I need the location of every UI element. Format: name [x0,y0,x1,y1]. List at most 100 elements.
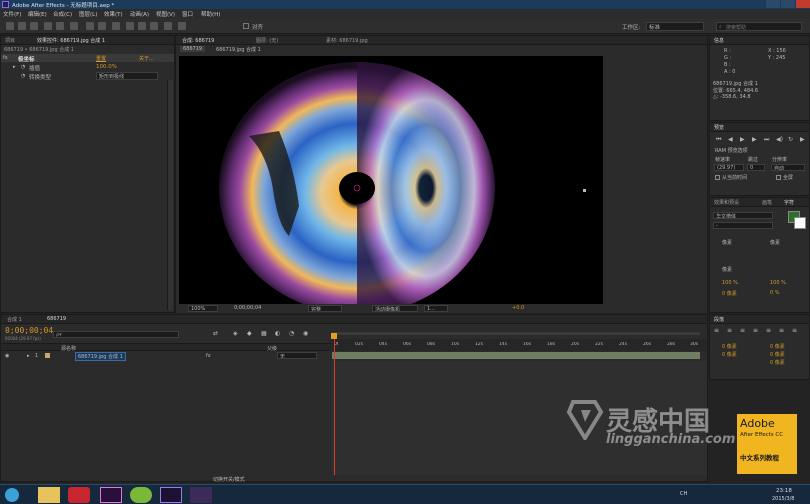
layer-duration-bar[interactable] [332,352,700,359]
stopwatch-icon[interactable]: ◔ [21,64,25,70]
fullscreen-checkbox[interactable] [776,175,781,180]
toggle-switches-modes[interactable]: 切换开关/模式 [213,476,245,483]
menu-view[interactable]: 视图(V) [156,10,175,18]
space-after-value[interactable]: 0 像素 [770,359,785,366]
search-help-field[interactable]: ⌕ 搜索帮助 [716,22,802,31]
resolution-select[interactable]: 完整 [308,305,342,312]
time-navigator[interactable] [332,330,707,338]
menu-file[interactable]: 文件(F) [3,10,21,18]
playhead[interactable] [334,337,335,475]
tab-footage[interactable]: 素材: 686719.jpg [326,37,368,44]
brainstorm-icon[interactable]: ◉ [303,330,308,337]
indent-left-value[interactable]: 0 像素 [722,343,737,350]
layer-row[interactable]: ◉ ▸ 1 686719.jpg 合成 1 fx 无 [1,352,331,361]
tsume-value[interactable]: 0 % [770,290,780,296]
menu-animation[interactable]: 动画(A) [130,10,149,18]
pen-tool-icon[interactable] [98,22,106,30]
app-taskbar-icon[interactable] [190,487,212,503]
start-button-icon[interactable] [5,488,19,502]
tab-brush[interactable]: 画笔 [762,199,772,206]
layer-name[interactable]: 686719.jpg 合成 1 [75,352,126,361]
eraser-tool-icon[interactable] [150,22,158,30]
baseline-shift-value[interactable]: 0 像素 [722,290,737,297]
subtab-comp-1[interactable]: 686719.jpg 合成 1 [216,46,261,53]
hand-tool-icon[interactable] [18,22,26,30]
browser-taskbar-icon[interactable] [130,487,152,503]
vertical-scale-value[interactable]: 100 % [722,280,738,286]
expand-arrow-icon[interactable]: ▸ [13,64,16,70]
first-frame-icon[interactable]: ⏮ [716,136,721,144]
tab-effects-presets[interactable]: 效果和预设 [714,199,739,206]
type-tool-icon[interactable] [112,22,120,30]
workspace-select[interactable]: 标准 [646,22,704,31]
menu-effect[interactable]: 效果(T) [104,10,123,18]
puppet-tool-icon[interactable] [178,22,186,30]
comp-mini-flowchart-icon[interactable]: ⇄ [213,330,218,337]
resolution-select[interactable]: 自动 [771,164,805,171]
parent-select[interactable]: 无 [277,352,317,359]
align-right-icon[interactable]: ≡ [740,327,745,334]
composition-canvas[interactable] [179,56,603,304]
draft-3d-icon[interactable]: ◈ [233,330,238,337]
frame-blend-icon[interactable]: ▦ [261,330,267,337]
zoom-select[interactable]: 100% [188,305,218,312]
menu-edit[interactable]: 编辑(E) [28,10,47,18]
stopwatch-icon[interactable]: ◔ [21,73,25,79]
brush-tool-icon[interactable] [126,22,134,30]
tab-composition[interactable]: 合成: 686719 [182,37,214,44]
premiere-taskbar-icon[interactable] [100,487,122,503]
clone-tool-icon[interactable] [138,22,146,30]
prop-interpolation-value[interactable]: 100.0% [96,64,117,70]
mask-tool-icon[interactable] [86,22,94,30]
align-left-icon[interactable]: ≡ [714,327,719,334]
prev-frame-icon[interactable]: ◀ [728,136,733,143]
camera-tool-icon[interactable] [56,22,64,30]
font-family-select[interactable]: 华文楷体 [713,212,773,219]
from-current-checkbox[interactable] [715,175,720,180]
next-frame-icon[interactable]: ▶ [752,136,757,143]
conversion-type-select[interactable]: 矩形到极线 [96,72,158,80]
menu-help[interactable]: 帮助(H) [201,10,220,18]
recorder-taskbar-icon[interactable] [68,487,90,503]
timeline-timecode[interactable]: 0;00;00;04 [5,326,53,335]
tab-info[interactable]: 信息 [714,37,724,44]
expand-arrow-icon[interactable]: ▸ [27,353,30,359]
last-frame-icon[interactable]: ⏭ [764,136,769,144]
graph-editor-icon[interactable]: ◔ [289,330,294,337]
tab-character[interactable]: 字符 [784,199,794,206]
font-size-value[interactable]: 像素 [722,239,732,246]
playhead-handle[interactable] [331,333,337,339]
selection-tool-icon[interactable] [6,22,14,30]
tab-effect-controls[interactable]: 效果控件: 686719.jpg 合成 1 [37,37,137,44]
after-effects-taskbar-icon[interactable] [160,487,182,503]
close-button[interactable] [796,0,810,8]
skip-field[interactable]: 0 [747,164,765,171]
menu-window[interactable]: 窗口 [182,10,193,18]
tab-comp-1[interactable]: 合成 1 [7,316,22,323]
loop-icon[interactable]: ↻ [788,136,793,143]
justify-right-icon[interactable]: ≡ [779,327,784,334]
tab-layer[interactable]: 图层: (无) [256,37,278,44]
audio-icon[interactable]: ◀) [776,136,783,143]
reset-link[interactable]: 重置 [96,55,106,62]
timeline-search-field[interactable]: ρ▾ [53,331,179,338]
stroke-color-swatch[interactable] [794,217,806,229]
pan-behind-tool-icon[interactable] [70,22,78,30]
about-link[interactable]: 关于... [139,55,154,62]
roto-tool-icon[interactable] [164,22,172,30]
space-before-value[interactable]: 0 像素 [770,351,785,358]
motion-blur-icon[interactable]: ◐ [275,330,280,337]
snap-checkbox[interactable] [243,23,249,29]
tab-paragraph[interactable]: 段落 [714,316,724,323]
zoom-tool-icon[interactable] [30,22,38,30]
align-center-icon[interactable]: ≡ [727,327,732,334]
maximize-button[interactable] [781,0,795,8]
shy-icon[interactable]: ◆ [247,330,252,337]
input-language[interactable]: CH [680,491,687,497]
stroke-width-value[interactable]: 像素 [722,266,732,273]
play-icon[interactable]: ▶ [740,136,745,143]
leading-value[interactable]: 像素 [770,239,780,246]
framerate-select[interactable]: (29.97) [714,164,744,171]
explorer-taskbar-icon[interactable] [38,487,60,503]
rotate-tool-icon[interactable] [44,22,52,30]
